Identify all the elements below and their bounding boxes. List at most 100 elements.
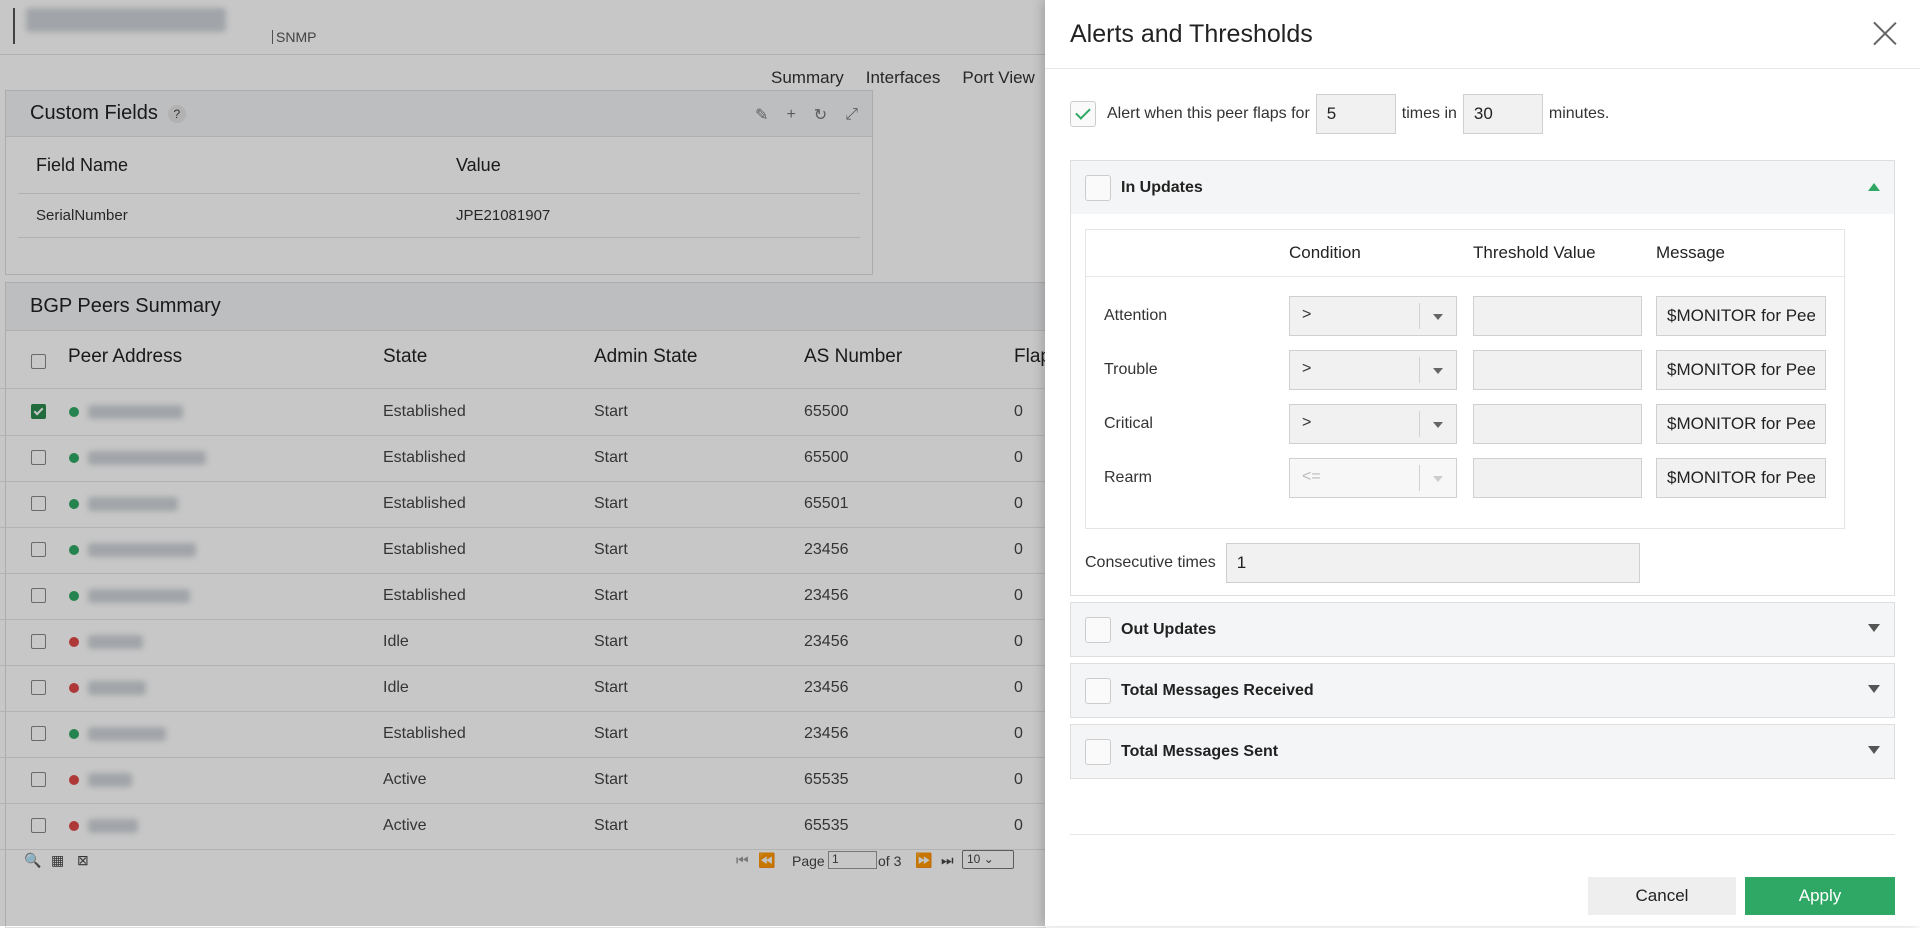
threshold-table-header: Condition Threshold Value Message	[1086, 230, 1844, 277]
select-all-checkbox[interactable]	[31, 354, 46, 369]
section-out-updates-header[interactable]: Out Updates	[1071, 603, 1894, 656]
cell-admin: Start	[594, 771, 628, 788]
flap-alert-checkbox[interactable]	[1070, 101, 1096, 127]
column-admin-state: Admin State	[594, 346, 698, 367]
table-row[interactable]: Established Start 23456 0	[0, 711, 1045, 758]
cell-state: Established	[383, 449, 466, 466]
condition-value: >	[1302, 414, 1312, 431]
tab-port-view[interactable]: Port View	[951, 54, 1045, 90]
table-row[interactable]: Established Start 65501 0	[0, 481, 1045, 528]
table-row[interactable]: Idle Start 23456 0	[0, 619, 1045, 666]
flap-count-input[interactable]	[1315, 94, 1396, 134]
row-checkbox[interactable]	[31, 818, 46, 833]
condition-select[interactable]: >	[1289, 296, 1457, 336]
field-value: JPE21081907	[456, 207, 551, 224]
close-icon[interactable]	[1872, 20, 1898, 46]
edit-icon[interactable]: ✎	[755, 105, 768, 125]
prev-page-icon[interactable]: ⏪	[758, 852, 775, 869]
chevron-down-icon	[1419, 465, 1456, 491]
total-messages-received-checkbox[interactable]	[1085, 677, 1111, 704]
in-updates-checkbox[interactable]	[1085, 174, 1111, 201]
column-as-number: AS Number	[804, 346, 903, 367]
message-input[interactable]	[1656, 458, 1826, 498]
tab-interfaces[interactable]: Interfaces	[855, 54, 952, 90]
section-in-updates-label: In Updates	[1121, 178, 1203, 196]
peer-address-redacted	[88, 635, 143, 649]
add-icon[interactable]: +	[786, 106, 795, 124]
row-checkbox[interactable]	[31, 404, 46, 419]
refresh-icon[interactable]: ↻	[814, 105, 827, 125]
row-checkbox[interactable]	[31, 450, 46, 465]
threshold-value-input[interactable]	[1473, 350, 1642, 390]
status-dot-icon	[69, 775, 79, 785]
threshold-value-input[interactable]	[1473, 458, 1642, 498]
consecutive-times-row: Consecutive times	[1085, 543, 1640, 583]
flap-minutes-label: minutes.	[1548, 105, 1610, 122]
column-message: Message	[1656, 243, 1725, 262]
threshold-row-trouble: Trouble >	[1086, 350, 1844, 392]
message-input[interactable]	[1656, 350, 1826, 390]
section-total-messages-received-header[interactable]: Total Messages Received	[1071, 664, 1894, 717]
collapse-icon[interactable]	[1868, 183, 1880, 191]
first-page-icon[interactable]: ⏮	[736, 852, 749, 869]
section-in-updates-header[interactable]: In Updates	[1071, 161, 1894, 214]
expand-icon[interactable]	[1868, 624, 1880, 632]
peer-address-redacted	[88, 727, 166, 741]
row-checkbox[interactable]	[31, 588, 46, 603]
table-row[interactable]: Established Start 23456 0	[0, 573, 1045, 620]
cell-as: 65535	[804, 771, 849, 788]
apply-button[interactable]: Apply	[1745, 877, 1895, 915]
cell-state: Established	[383, 541, 466, 558]
threshold-value-input[interactable]	[1473, 296, 1642, 336]
expand-icon[interactable]: ⤢	[845, 106, 858, 124]
last-page-icon[interactable]: ⏭	[941, 852, 954, 869]
cell-admin: Start	[594, 817, 628, 834]
table-row[interactable]: Established Start 65500 0	[0, 435, 1045, 482]
out-updates-checkbox[interactable]	[1085, 616, 1111, 643]
cell-flap: 0	[1014, 725, 1023, 742]
threshold-value-input[interactable]	[1473, 404, 1642, 444]
flap-minutes-input[interactable]	[1462, 94, 1543, 134]
row-checkbox[interactable]	[31, 772, 46, 787]
cell-state: Established	[383, 725, 466, 742]
calendar-icon[interactable]: ▦	[51, 852, 64, 869]
cell-state: Idle	[383, 633, 409, 650]
peer-address-redacted	[88, 819, 138, 833]
expand-icon[interactable]	[1868, 685, 1880, 693]
status-dot-icon	[69, 637, 79, 647]
next-page-icon[interactable]: ⏩	[915, 852, 932, 869]
search-icon[interactable]: 🔍	[24, 852, 41, 869]
cell-state: Idle	[383, 679, 409, 696]
export-icon[interactable]: ⊠	[77, 852, 89, 869]
condition-select[interactable]: >	[1289, 350, 1457, 390]
row-checkbox[interactable]	[31, 726, 46, 741]
table-row[interactable]: Idle Start 23456 0	[0, 665, 1045, 712]
message-input[interactable]	[1656, 296, 1826, 336]
page-size-select[interactable]: 10 ⌄	[962, 850, 1014, 869]
cell-flap: 0	[1014, 495, 1023, 512]
row-checkbox[interactable]	[31, 634, 46, 649]
cell-flap: 0	[1014, 403, 1023, 420]
total-messages-sent-checkbox[interactable]	[1085, 738, 1111, 765]
help-icon[interactable]: ?	[167, 104, 186, 123]
cancel-button[interactable]: Cancel	[1588, 877, 1736, 915]
row-checkbox[interactable]	[31, 542, 46, 557]
page-label: Page	[792, 853, 825, 869]
consecutive-times-input[interactable]	[1225, 543, 1640, 583]
row-checkbox[interactable]	[31, 496, 46, 511]
cell-as: 65535	[804, 817, 849, 834]
table-row[interactable]: Established Start 65500 0	[0, 389, 1045, 436]
table-row[interactable]: Active Start 65535 0	[0, 757, 1045, 804]
peer-address-redacted	[88, 497, 178, 511]
table-row[interactable]: Established Start 23456 0	[0, 527, 1045, 574]
page-input[interactable]: 1	[828, 851, 877, 869]
column-value: Value	[456, 154, 501, 175]
row-checkbox[interactable]	[31, 680, 46, 695]
cell-admin: Start	[594, 541, 628, 558]
table-row[interactable]: Active Start 65535 0	[0, 803, 1045, 850]
condition-select[interactable]: >	[1289, 404, 1457, 444]
chevron-down-icon	[1419, 411, 1456, 437]
message-input[interactable]	[1656, 404, 1826, 444]
expand-icon[interactable]	[1868, 746, 1880, 754]
section-total-messages-sent-header[interactable]: Total Messages Sent	[1071, 725, 1894, 778]
